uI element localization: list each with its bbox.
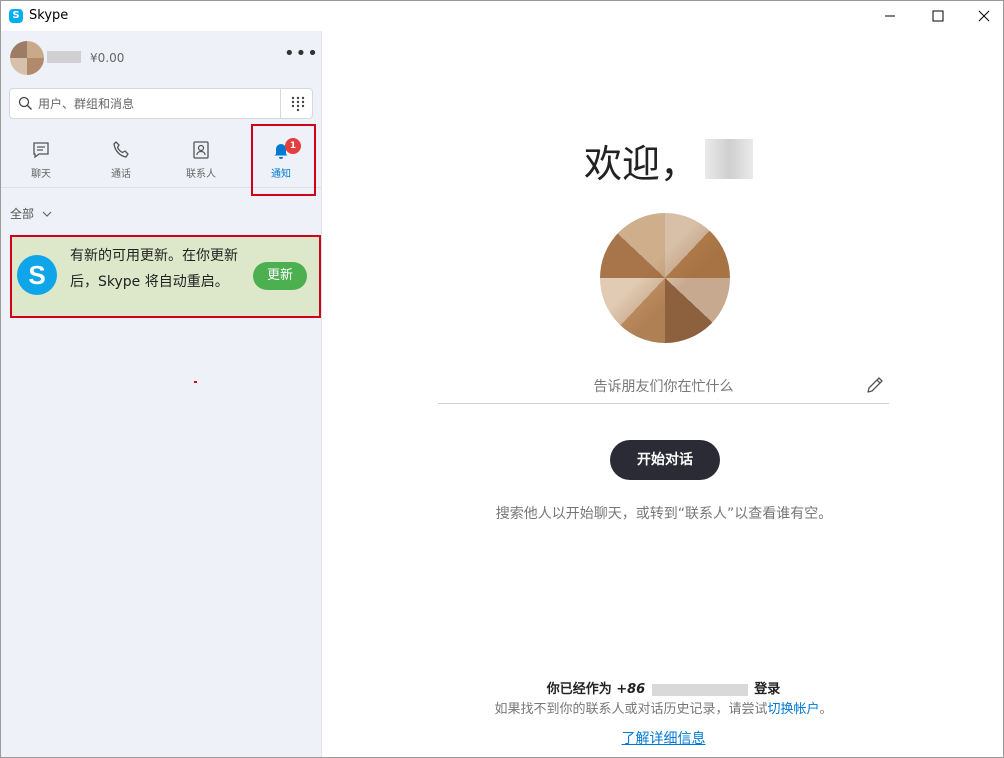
mood-placeholder: 告诉朋友们你在忙什么 (593, 379, 734, 395)
hint-text: 搜索他人以开始聊天，或转到“联系人”以查看谁有空。 (495, 506, 833, 522)
sidebar: ¥0.00 ••• 用户、群组和消息 聊天 通话 联系人 1 通知 全部 S 有… (1, 31, 322, 757)
tab-calls[interactable]: 通话 (81, 124, 161, 188)
signed-in-line: 你已经作为 +86 登录 (322, 678, 1003, 697)
minimize-button[interactable] (867, 1, 913, 31)
contacts-icon (193, 141, 209, 159)
minimize-icon (885, 15, 895, 17)
phone-number: +86 (616, 682, 646, 697)
tab-contacts[interactable]: 联系人 (161, 124, 241, 188)
maximize-icon (932, 10, 944, 22)
filter-label: 全部 (10, 207, 35, 221)
skype-window: S Skype ¥0.00 ••• 用户、群组和消息 聊天 通话 联系人 1 通… (0, 0, 1004, 758)
search-icon (18, 96, 32, 110)
learn-more-link[interactable]: 了解详细信息 (322, 728, 1003, 748)
notification-text: 有新的可用更新。在你更新后，Skype 将自动重启。 (70, 248, 238, 290)
tab-label: 联系人 (186, 169, 216, 180)
skype-logo-icon: S (17, 255, 57, 295)
update-button[interactable]: 更新 (253, 262, 307, 290)
help-line: 如果找不到你的联系人或对话历史记录，请尝试切换帐户。 (322, 698, 1003, 717)
chevron-down-icon (42, 211, 52, 217)
skype-logo-icon: S (9, 9, 23, 23)
filter-dropdown[interactable]: 全部 (10, 205, 52, 222)
update-notification: S 有新的可用更新。在你更新后，Skype 将自动重启。 更新 (10, 235, 321, 318)
more-options-button[interactable]: ••• (284, 45, 318, 67)
signed-in-prefix: 你已经作为 (546, 682, 612, 697)
close-button[interactable] (961, 1, 1003, 31)
phone-icon (113, 141, 129, 158)
welcome-heading: 欢迎， (584, 142, 699, 186)
chat-icon (33, 142, 49, 159)
tab-label: 聊天 (31, 169, 51, 180)
phone-number-redacted (651, 683, 748, 696)
signed-in-suffix: 登录 (754, 682, 781, 697)
search-input[interactable] (38, 94, 278, 114)
maximize-button[interactable] (915, 1, 961, 31)
main-panel: 欢迎， 告诉朋友们你在忙什么 开始对话 搜索他人以开始聊天，或转到“联系人”以查… (322, 31, 1003, 757)
profile-avatar[interactable] (10, 41, 44, 75)
search-box[interactable] (9, 88, 313, 119)
window-title: Skype (29, 8, 69, 23)
mood-message-field[interactable]: 告诉朋友们你在忙什么 (438, 368, 889, 404)
tab-label: 通话 (111, 169, 131, 180)
credit-balance[interactable]: ¥0.00 (90, 51, 124, 65)
user-avatar[interactable] (600, 213, 730, 343)
search-divider (280, 89, 281, 118)
start-conversation-button[interactable]: 开始对话 (610, 440, 720, 480)
user-name-redacted (705, 139, 753, 179)
profile-name-redacted (47, 51, 81, 63)
pencil-icon[interactable] (864, 374, 886, 396)
help-text: 如果找不到你的联系人或对话历史记录，请尝试 (494, 702, 768, 717)
tab-chats[interactable]: 聊天 (1, 124, 81, 188)
annotation-mark (194, 381, 197, 383)
close-icon (978, 10, 990, 22)
title-bar: S Skype (1, 1, 1003, 31)
switch-account-link[interactable]: 切换帐户 (767, 702, 819, 717)
help-end: 。 (819, 702, 833, 717)
highlight-frame (251, 124, 316, 196)
dialpad-icon[interactable] (291, 96, 305, 112)
